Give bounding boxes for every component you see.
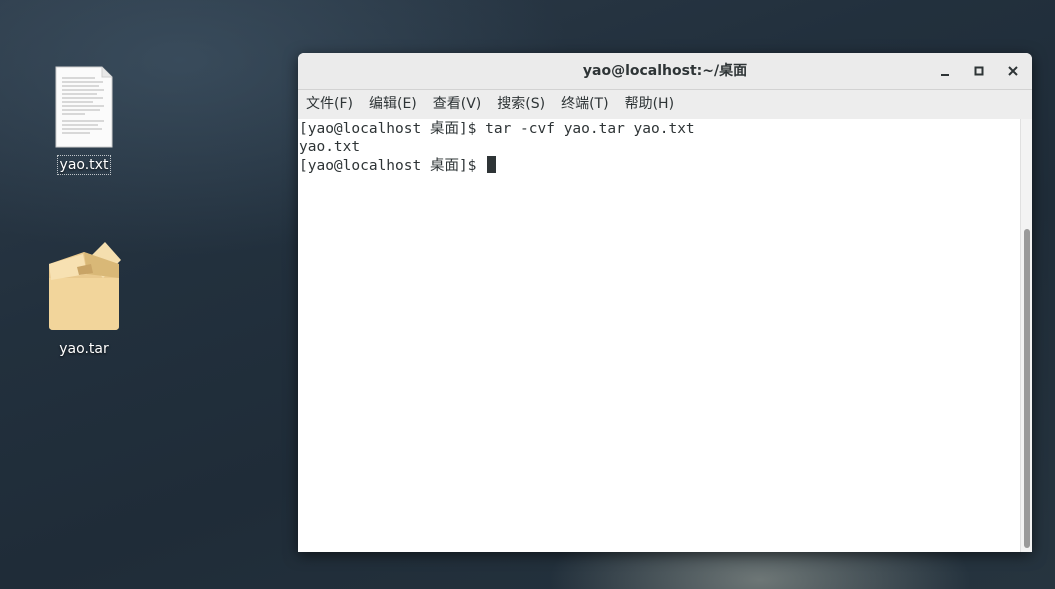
desktop-icon-yao-txt[interactable]: yao.txt — [36, 66, 132, 175]
terminal-window: yao@localhost:~/桌面 文件(F) 编辑(E) 查看(V) 搜索(… — [298, 53, 1032, 552]
window-titlebar[interactable]: yao@localhost:~/桌面 — [298, 53, 1032, 90]
scrollbar[interactable] — [1020, 119, 1032, 552]
menu-view[interactable]: 查看(V) — [425, 90, 490, 119]
menu-edit[interactable]: 编辑(E) — [361, 90, 425, 119]
terminal-prompt-line: [yao@localhost 桌面]$ — [299, 156, 1021, 176]
terminal-line: [yao@localhost 桌面]$ tar -cvf yao.tar yao… — [299, 121, 695, 137]
close-button[interactable] — [1004, 62, 1022, 80]
terminal-cursor — [487, 156, 497, 173]
maximize-button[interactable] — [970, 62, 988, 80]
terminal-output[interactable]: [yao@localhost 桌面]$ tar -cvf yao.tar yao… — [298, 119, 1021, 552]
desktop-icon-yao-tar[interactable]: yao.tar — [36, 240, 132, 358]
desktop-icon-label: yao.txt — [56, 155, 112, 175]
menu-help[interactable]: 帮助(H) — [617, 90, 682, 119]
maximize-icon — [973, 62, 985, 81]
minimize-icon — [939, 62, 951, 81]
text-file-icon — [55, 66, 113, 148]
desktop-icon-label: yao.tar — [59, 341, 109, 357]
terminal-prompt: [yao@localhost 桌面]$ — [299, 158, 486, 174]
close-icon — [1007, 62, 1019, 81]
terminal-line: yao.txt — [299, 138, 361, 155]
menu-bar: 文件(F) 编辑(E) 查看(V) 搜索(S) 终端(T) 帮助(H) — [298, 90, 1032, 120]
menu-file[interactable]: 文件(F) — [298, 90, 361, 119]
window-title: yao@localhost:~/桌面 — [582, 63, 748, 79]
menu-search[interactable]: 搜索(S) — [489, 90, 553, 119]
archive-box-icon — [43, 240, 125, 332]
menu-terminal[interactable]: 终端(T) — [553, 90, 616, 119]
minimize-button[interactable] — [936, 62, 954, 80]
scrollbar-thumb[interactable] — [1024, 229, 1030, 548]
